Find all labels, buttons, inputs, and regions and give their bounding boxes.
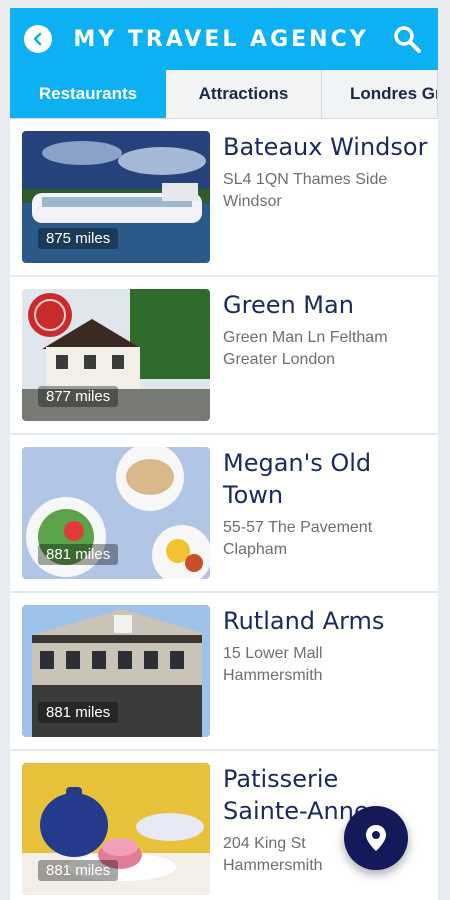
distance-label: 877 miles bbox=[38, 386, 119, 407]
address-line-1: 15 Lower Mall bbox=[223, 645, 323, 662]
distance-label: 881 miles bbox=[38, 544, 119, 565]
place-list: 875 miles Bateaux Windsor SL4 1QN Thames… bbox=[10, 119, 438, 900]
tab-attractions[interactable]: Attractions bbox=[166, 70, 322, 118]
place-name: Green Man bbox=[223, 291, 354, 319]
list-item[interactable]: 877 miles Green Man Green Man Ln Feltham… bbox=[10, 277, 438, 435]
map-button[interactable] bbox=[344, 806, 408, 870]
place-name: Bateaux Windsor bbox=[223, 133, 428, 161]
list-item[interactable]: 875 miles Bateaux Windsor SL4 1QN Thames… bbox=[10, 119, 438, 277]
page-title: MY TRAVEL AGENCY bbox=[73, 26, 369, 52]
distance-label: 881 miles bbox=[38, 860, 119, 881]
search-button[interactable] bbox=[390, 22, 424, 56]
address-line-2: Windsor bbox=[223, 193, 282, 210]
tab-londres[interactable]: Londres Gr bbox=[322, 70, 438, 118]
category-tabs: Restaurants Attractions Londres Gr bbox=[10, 70, 438, 119]
address-line-1: Green Man Ln Feltham bbox=[223, 329, 388, 346]
place-photo: 881 miles bbox=[22, 447, 210, 579]
address-line-2: Greater London bbox=[223, 351, 336, 368]
place-name: Rutland Arms bbox=[223, 607, 385, 635]
tab-restaurants[interactable]: Restaurants bbox=[10, 70, 166, 118]
map-pin-icon bbox=[366, 825, 386, 851]
distance-label: 875 miles bbox=[38, 228, 119, 249]
app-header: MY TRAVEL AGENCY bbox=[10, 8, 438, 70]
address-line-2: Clapham bbox=[223, 541, 288, 558]
place-name: Megan's Old Town bbox=[223, 449, 372, 509]
back-button[interactable] bbox=[24, 25, 52, 53]
place-photo: 881 miles bbox=[22, 605, 210, 737]
address-line-2: Hammersmith bbox=[223, 667, 323, 684]
list-item[interactable]: 881 miles Rutland Arms 15 Lower Mall Ham… bbox=[10, 593, 438, 751]
search-icon bbox=[394, 26, 421, 53]
list-item[interactable]: 881 miles Megan's Old Town 55-57 The Pav… bbox=[10, 435, 438, 593]
app-screen: MY TRAVEL AGENCY Restaurants Attractions… bbox=[10, 8, 438, 900]
place-photo: 877 miles bbox=[22, 289, 210, 421]
place-photo: 881 miles bbox=[22, 763, 210, 895]
address-line-1: 55-57 The Pavement bbox=[223, 519, 373, 536]
distance-label: 881 miles bbox=[38, 702, 119, 723]
address-line-1: SL4 1QN Thames Side bbox=[223, 171, 388, 188]
place-photo: 875 miles bbox=[22, 131, 210, 263]
chevron-left-icon bbox=[33, 32, 42, 46]
